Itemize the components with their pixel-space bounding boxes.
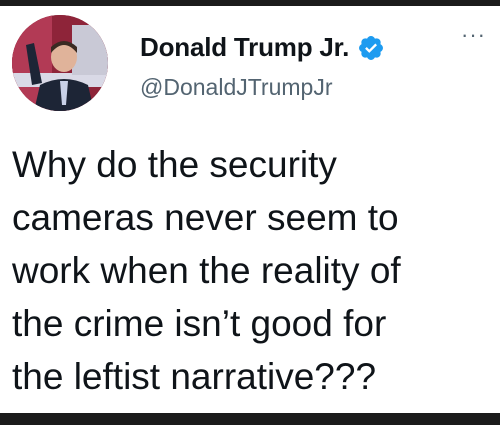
tweet-line: Why do the security xyxy=(12,144,337,185)
tweet-line: the leftist narrative??? xyxy=(12,356,377,397)
author-handle[interactable]: @DonaldJTrumpJr xyxy=(140,74,333,101)
author-display-name[interactable]: Donald Trump Jr. xyxy=(140,32,349,63)
tweet-line: the crime isn’t good for xyxy=(12,303,387,344)
tweet-line: cameras never seem to xyxy=(12,197,399,238)
bottom-border xyxy=(0,413,500,425)
verified-badge-icon xyxy=(359,35,384,60)
profile-photo-icon xyxy=(12,15,108,111)
tweet-line: work when the reality of xyxy=(12,250,401,291)
avatar[interactable] xyxy=(12,15,108,111)
tweet-text: Why do the security cameras never seem t… xyxy=(12,138,492,403)
more-options-icon[interactable]: ··· xyxy=(461,24,486,46)
author-name-row: Donald Trump Jr. xyxy=(140,32,385,63)
top-border xyxy=(0,0,500,6)
